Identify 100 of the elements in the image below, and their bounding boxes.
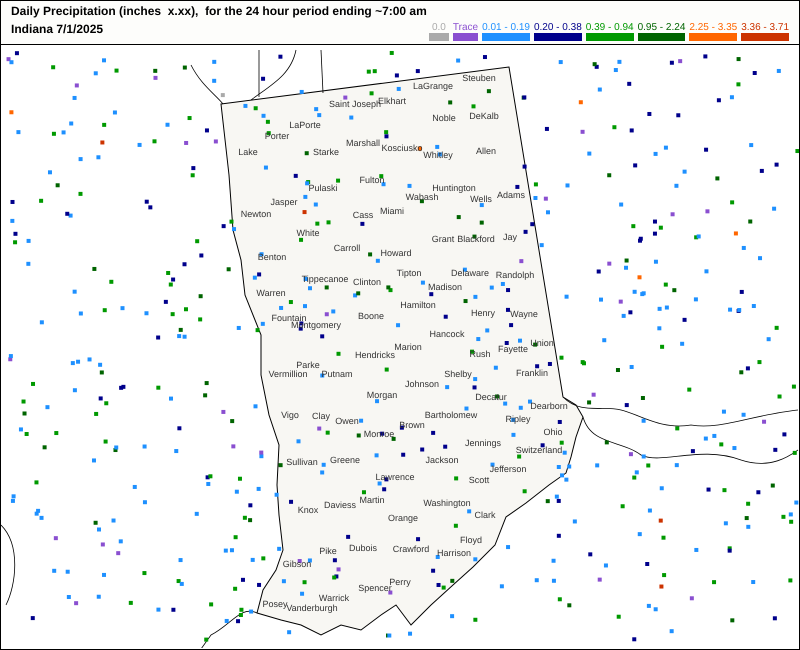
- county-label: Clinton: [353, 277, 381, 287]
- county-label: Huntington: [432, 183, 476, 193]
- county-label: Lake: [238, 147, 258, 157]
- county-label: Franklin: [516, 368, 548, 378]
- county-label: Madison: [428, 282, 462, 292]
- county-label: Dearborn: [530, 401, 568, 411]
- county-label: Shelby: [444, 369, 472, 379]
- county-label: Floyd: [460, 535, 482, 545]
- county-label: DeKalb: [469, 111, 499, 121]
- county-label: Switzerland: [516, 445, 562, 455]
- legend-label: 3.36 - 3.71: [741, 22, 789, 33]
- county-label: Knox: [298, 505, 318, 515]
- county-label: Orange: [388, 513, 418, 523]
- legend-label: 0.39 - 0.94: [586, 22, 634, 33]
- county-label: Wabash: [406, 192, 438, 202]
- county-label: Vermillion: [268, 369, 308, 379]
- county-label: Martin: [360, 495, 384, 505]
- county-label: Marshall: [346, 138, 380, 148]
- legend-label: 2.25 - 3.35: [689, 22, 738, 33]
- county-label: Tippecanoe: [302, 274, 348, 284]
- county-label: Hamilton: [400, 300, 436, 310]
- county-label: Vanderburgh: [286, 603, 338, 613]
- county-label: Blackford: [457, 234, 495, 244]
- county-label: Montgomery: [290, 320, 342, 330]
- county-label: Miami: [380, 206, 404, 216]
- county-label: Clark: [474, 510, 496, 520]
- county-label: Jackson: [425, 455, 459, 465]
- county-label: Jennings: [464, 438, 502, 448]
- county-label: White: [296, 228, 320, 238]
- county-label: Grant: [432, 234, 454, 244]
- legend-label: 0.01 - 0.19: [482, 22, 530, 33]
- county-label: Kosciusko: [381, 143, 423, 153]
- county-label: Bartholomew: [424, 410, 478, 420]
- county-label: Jasper: [270, 197, 298, 207]
- legend-label: Trace: [452, 22, 478, 33]
- county-label: Morgan: [366, 390, 398, 400]
- county-label: Monroe: [364, 429, 394, 439]
- county-label: Owen: [335, 416, 359, 426]
- county-label: Washington: [423, 498, 471, 508]
- county-label: Decatur: [475, 392, 507, 402]
- county-label: Union: [530, 338, 554, 348]
- county-label: Carroll: [334, 243, 360, 253]
- county-label: LaGrange: [412, 81, 454, 91]
- county-label: Pike: [319, 546, 337, 556]
- county-label: Scott: [468, 475, 490, 485]
- county-label: Hendricks: [355, 350, 395, 360]
- county-label: Wayne: [510, 309, 538, 319]
- county-label: Randolph: [496, 270, 534, 280]
- county-label: Benton: [258, 252, 286, 262]
- county-label: Sullivan: [286, 457, 318, 467]
- county-label: Whitley: [423, 150, 453, 160]
- county-label: Henry: [471, 308, 495, 318]
- county-label: Perry: [389, 577, 411, 587]
- county-label: LaPorte: [289, 120, 321, 130]
- county-label: Warrick: [318, 593, 350, 603]
- legend-label: 0.20 - 0.38: [534, 22, 582, 33]
- chart-title: Daily Precipitation (inches x.xx), for the 24 hour period ending ~7:00 am: [11, 4, 427, 18]
- region-date-label: Indiana 7/1/2025: [11, 22, 104, 36]
- county-label: Wells: [470, 194, 492, 204]
- county-label: Marion: [394, 342, 422, 352]
- county-label: Putnam: [321, 369, 353, 379]
- county-label: Vigo: [281, 410, 299, 420]
- county-label: Gibson: [282, 559, 312, 569]
- legend-label: 0.0: [430, 22, 447, 33]
- county-label: Delaware: [450, 268, 490, 278]
- county-label: Allen: [476, 146, 496, 156]
- county-label: Fayette: [498, 344, 528, 354]
- county-label: Fulton: [360, 175, 384, 185]
- county-label: Ripley: [506, 414, 530, 424]
- county-label: Howard: [380, 248, 412, 258]
- county-label: Steuben: [462, 73, 496, 83]
- county-label: Crawford: [392, 544, 430, 554]
- county-label: Jay: [503, 232, 517, 242]
- county-label: Johnson: [404, 379, 440, 389]
- county-label: Daviess: [324, 500, 356, 510]
- county-label: Cass: [352, 210, 374, 220]
- county-label: Starke: [313, 147, 339, 157]
- county-label: Posey: [262, 599, 288, 609]
- county-label: Fountain: [271, 313, 307, 323]
- county-label: Clay: [312, 411, 330, 421]
- county-label: Lawrence: [375, 472, 415, 482]
- county-label: Harrison: [437, 548, 471, 558]
- county-label: Hancock: [430, 329, 464, 339]
- county-label: Elkhart: [378, 96, 406, 106]
- county-label: Jefferson: [490, 464, 526, 474]
- county-label: Dubois: [349, 543, 377, 553]
- county-label: Ohio: [544, 427, 562, 437]
- county-label: Warren: [256, 288, 286, 298]
- county-label: Pulaski: [308, 183, 338, 193]
- county-label: Newton: [240, 209, 272, 219]
- county-label: Spencer: [358, 583, 392, 593]
- county-label: Greene: [330, 455, 360, 465]
- legend-label: 0.95 - 2.24: [638, 22, 686, 33]
- county-label: Rush: [470, 349, 490, 359]
- county-label: Adams: [497, 190, 525, 200]
- county-label: Parke: [296, 360, 320, 370]
- county-label: Boone: [358, 311, 384, 321]
- county-label: Brown: [399, 420, 425, 430]
- county-label: Porter: [264, 131, 290, 141]
- county-label: Noble: [432, 113, 456, 123]
